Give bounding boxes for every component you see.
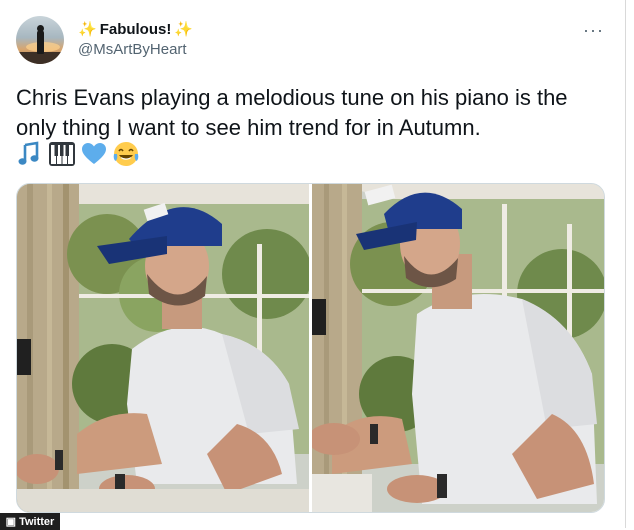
more-options-button[interactable]: ··· <box>583 20 604 41</box>
camera-icon: ▣ <box>5 516 17 528</box>
blue-heart-icon <box>80 140 108 168</box>
author-avatar[interactable] <box>16 16 64 64</box>
video-frame-left-image <box>17 184 309 512</box>
tweet-text: Chris Evans playing a melodious tune on … <box>16 85 568 140</box>
tweet-emojis <box>16 140 140 168</box>
avatar-figure <box>37 30 44 54</box>
author-display-name-row[interactable]: ✨ Fabulous! ✨ <box>78 20 194 39</box>
author-handle[interactable]: @MsArtByHeart <box>78 41 187 58</box>
sparkles-icon: ✨ <box>78 21 97 38</box>
video-frame-right-image <box>312 184 604 512</box>
tears-of-joy-icon <box>112 140 140 168</box>
musical-notes-icon <box>16 140 44 168</box>
video-frame-right[interactable] <box>312 184 604 512</box>
video-frame-left[interactable] <box>17 184 309 512</box>
tweet-media[interactable] <box>16 183 605 513</box>
source-tag: ▣ Twitter <box>0 513 60 530</box>
author-display-name[interactable]: Fabulous! <box>100 21 172 38</box>
source-label: Twitter <box>19 515 55 528</box>
tweet-card: ✨ Fabulous! ✨ @MsArtByHeart ··· Chris Ev… <box>0 0 626 528</box>
sparkles-icon: ✨ <box>174 21 194 38</box>
piano-keys-icon <box>48 140 76 168</box>
